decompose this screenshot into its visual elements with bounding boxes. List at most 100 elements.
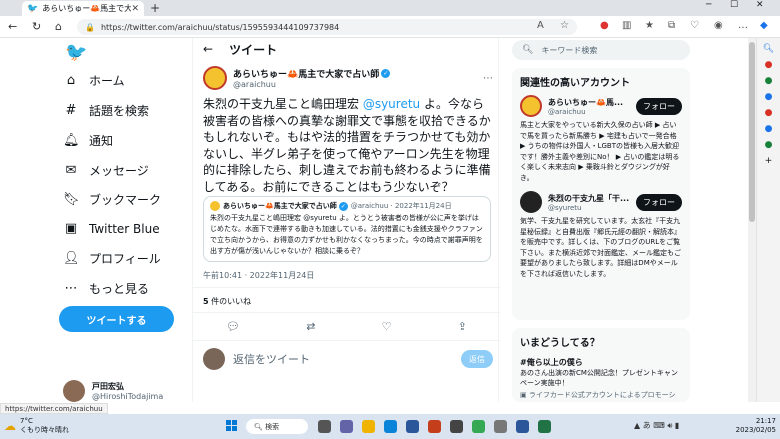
tweet-timestamp[interactable]: 午前10:41 · 2022年11月24日 — [203, 270, 314, 281]
divider — [193, 312, 500, 313]
account-switcher[interactable]: 戸田宏弘 @HiroshiTodajima — [63, 380, 163, 402]
browser-tab[interactable]: 🐦 あらいちゅー🦀馬主で大家で占い師 ✕ — [22, 1, 144, 16]
share-icon[interactable]: ⇪ — [458, 320, 467, 333]
like-icon[interactable]: ♡ — [382, 320, 392, 333]
verified-badge-icon: ✓ — [381, 69, 391, 78]
tools-icon[interactable]: ● — [757, 76, 780, 86]
edge-taskbar-icon[interactable] — [384, 420, 397, 433]
chrome-icon[interactable] — [472, 420, 485, 433]
nav-item-profile[interactable]: 👤︎ プロフィール — [63, 250, 161, 267]
shopping-icon[interactable]: ● — [757, 60, 780, 70]
trend-hashtag[interactable]: #俺ら以上の僕ら — [512, 357, 690, 368]
settings-icon[interactable] — [494, 420, 507, 433]
settings-more-icon[interactable]: … — [738, 20, 748, 31]
maximize-icon[interactable]: ☐ — [730, 0, 738, 10]
weather-widget[interactable]: ☁ 7°C くもり時々晴れ — [4, 417, 69, 435]
reply-icon[interactable]: 💬︎ — [226, 320, 240, 333]
home-page-icon[interactable]: ⌂ — [55, 20, 62, 33]
twitter-logo-icon[interactable]: 🐦 — [65, 42, 87, 63]
back-arrow-icon[interactable]: ← — [203, 42, 213, 56]
mention-link[interactable]: @syuretu — [363, 97, 420, 111]
time: 21:17 — [755, 417, 776, 425]
word-icon[interactable] — [516, 420, 529, 433]
edge-sidebar: 🔍︎ ● ● ● ● ● ● + — [756, 38, 780, 402]
page-scrollbar[interactable] — [748, 38, 756, 402]
right-sidebar: 🔍︎ キーワード検索 関連性の高いアカウント あらいちゅー🦀馬... @arai… — [512, 38, 690, 402]
follow-button[interactable]: フォロー — [636, 97, 682, 115]
related-account-name: 朱烈の干支九星「干... — [548, 193, 630, 203]
reply-input[interactable]: 返信をツイート — [233, 351, 461, 367]
favorites-icon[interactable]: ★ — [645, 20, 654, 31]
teams-icon[interactable] — [340, 420, 353, 433]
excel-taskbar-icon[interactable] — [538, 420, 551, 433]
tweet-text: 朱烈の干支九星こと嶋田理宏 @syuretu よ。今なら被害者の皆様への真摯な謝… — [203, 96, 493, 195]
tweet-text-post: よ。今なら被害者の皆様への真摯な謝罪文で事態を収拾できるかもしれないぞ。もはや法… — [203, 97, 491, 194]
quoted-tweet[interactable]: あらいちゅー🦀馬主で大家で占い師 ✓ @araichuu · 2022年11月2… — [203, 196, 491, 262]
close-window-icon[interactable]: ✕ — [756, 0, 764, 10]
office-icon[interactable]: ● — [757, 108, 780, 118]
likes-label: 件のいいね — [211, 297, 252, 306]
split-screen-icon[interactable]: ▥ — [622, 20, 631, 31]
nav-item-bookmarks[interactable]: 🔖︎ ブックマーク — [63, 191, 161, 208]
address-bar[interactable]: 🔒 https://twitter.com/araichuu/status/15… — [77, 19, 577, 35]
avatar — [203, 348, 225, 370]
related-account-bio: 気学、干支九星を研究しています。太玄社『干支九星秘伝録』と自費出版『郷氏元經の翻… — [520, 217, 681, 278]
nav-item-notifications[interactable]: 🔔︎ 通知 — [63, 132, 113, 149]
file-explorer-icon[interactable] — [362, 420, 375, 433]
windows-start-icon[interactable] — [226, 420, 238, 432]
author-name: あらいちゅー🦀馬主で大家で占い師 — [233, 70, 380, 80]
reply-composer: 返信をツイート 返信 — [203, 348, 493, 370]
related-account-handle: @syuretu — [548, 203, 582, 212]
add-icon[interactable]: + — [757, 156, 780, 166]
account-name: 戸田宏弘 — [92, 382, 124, 391]
back-arrow-icon[interactable]: ← — [8, 20, 17, 33]
nav-item-home[interactable]: ⌂ ホーム — [63, 72, 125, 89]
quote-meta: @araichuu · 2022年11月24日 — [350, 202, 452, 210]
related-account[interactable]: あらいちゅー🦀馬... @araichuu フォロー 馬主と大家をやっている新大… — [512, 95, 690, 183]
retweet-icon[interactable]: ⇄ — [306, 320, 315, 333]
more-options-icon[interactable]: ⋯ — [483, 73, 493, 84]
games-icon[interactable]: ● — [757, 92, 780, 102]
search-sidebar-icon[interactable]: 🔍︎ — [757, 44, 780, 54]
follow-button[interactable]: フォロー — [636, 193, 682, 211]
clock[interactable]: 21:17 2023/02/05 — [736, 417, 776, 435]
outlook-icon[interactable]: ● — [757, 124, 780, 134]
office-taskbar-icon[interactable] — [428, 420, 441, 433]
copilot-icon[interactable]: ◆ — [760, 20, 768, 31]
author-name-row[interactable]: あらいちゅー🦀馬主で大家で占い師 ✓ — [233, 67, 391, 80]
search-input[interactable]: 🔍︎ キーワード検索 — [512, 40, 690, 60]
nav-item-twitter-blue[interactable]: ▣ Twitter Blue — [63, 221, 160, 236]
favorite-star-icon[interactable]: ☆ — [560, 20, 569, 31]
new-tab-button[interactable]: + — [150, 1, 160, 15]
divider — [193, 340, 500, 341]
extension-icon[interactable]: ● — [600, 20, 609, 31]
reply-button[interactable]: 返信 — [461, 350, 493, 368]
excel-icon[interactable]: ● — [757, 140, 780, 150]
collections-icon[interactable]: ⧉ — [668, 20, 675, 31]
minimize-icon[interactable]: ─ — [706, 0, 711, 10]
main-column: ← ツイート あらいちゅー🦀馬主で大家で占い師 ✓ @araichuu ⋯ 朱烈… — [192, 38, 500, 402]
browser-essentials-icon[interactable]: ♡ — [690, 20, 699, 31]
related-account[interactable]: 朱烈の干支九星「干... @syuretu フォロー 気学、干支九星を研究してい… — [512, 191, 690, 279]
nav-item-messages[interactable]: ✉ メッセージ — [63, 162, 149, 179]
system-tray[interactable]: ▲ あ ⌨ 🔊︎ ▮ — [634, 420, 679, 431]
scrollbar-thumb[interactable] — [749, 42, 755, 222]
main-header: ← ツイート — [193, 38, 500, 60]
task-view-icon[interactable] — [318, 420, 331, 433]
nav-item-more[interactable]: ⋯ もっと見る — [63, 280, 150, 297]
close-icon[interactable]: ✕ — [131, 4, 139, 14]
related-account-name: あらいちゅー🦀馬... — [548, 97, 624, 107]
author-handle[interactable]: @araichuu — [233, 80, 390, 89]
store-icon[interactable] — [406, 420, 419, 433]
search-icon: 🔍︎ — [522, 45, 534, 55]
read-aloud-icon[interactable]: A — [537, 20, 544, 31]
likes-count[interactable]: 5 件のいいね — [203, 296, 251, 307]
taskbar-search[interactable]: 🔍︎ 検索 — [246, 419, 308, 434]
avatar[interactable] — [203, 66, 227, 90]
related-account-handle: @araichuu — [548, 107, 586, 116]
app-icon[interactable] — [450, 420, 463, 433]
nav-item-explore[interactable]: # 話題を検索 — [63, 102, 149, 119]
reload-icon[interactable]: ↻ — [32, 20, 41, 33]
profile-avatar-icon[interactable]: ◉ — [714, 20, 723, 31]
tweet-button[interactable]: ツイートする — [59, 306, 174, 332]
